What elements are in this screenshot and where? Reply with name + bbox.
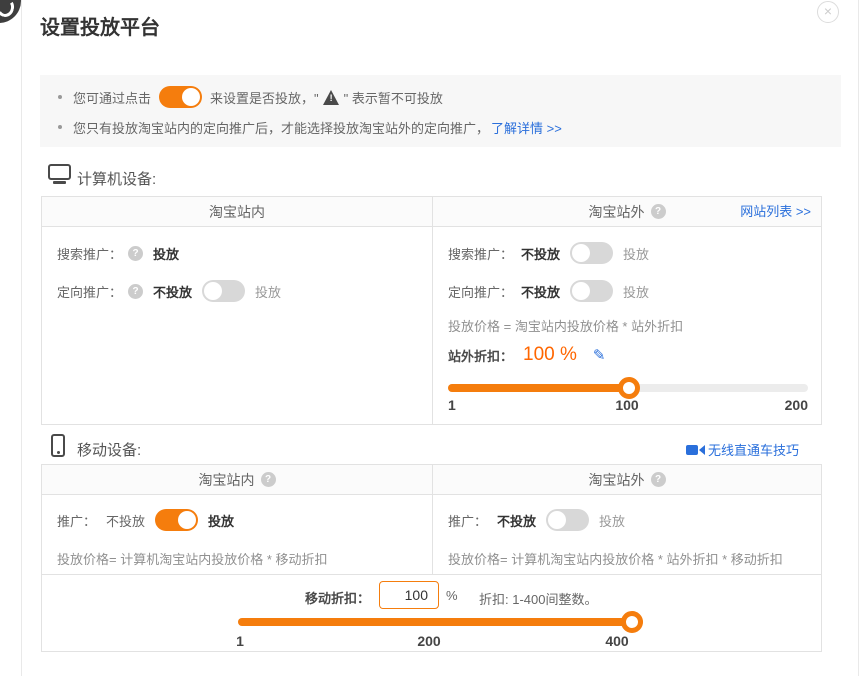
close-button[interactable]: ×: [817, 1, 839, 23]
state-on-label: 投放: [623, 282, 649, 301]
state-on-label: 投放: [255, 282, 281, 301]
computer-icon: [48, 164, 71, 180]
demo-toggle: [159, 86, 202, 108]
mobile-offsite-price-formula: 投放价格= 计算机淘宝站内投放价格 * 站外折扣 * 移动折扣: [448, 549, 783, 568]
mobile-onsite-header: 淘宝站内 ?: [42, 465, 432, 494]
bullet-icon: [58, 95, 62, 99]
notice-text: " 表示暂不可投放: [344, 88, 443, 107]
state-off-label: 不投放: [153, 282, 192, 301]
slider-mid-label: 200: [417, 633, 440, 649]
computer-onsite-target-toggle[interactable]: [202, 280, 245, 302]
search-promo-state: 投放: [153, 244, 179, 263]
toggle-knob: [204, 282, 222, 300]
dialog-left-border: [21, 0, 22, 676]
toggle-knob: [572, 282, 590, 300]
phone-icon: [51, 434, 65, 457]
state-off-label: 不投放: [497, 511, 536, 530]
toggle-knob: [178, 511, 196, 529]
slider-handle[interactable]: [621, 611, 643, 633]
computer-table: 淘宝站内 淘宝站外 ? 网站列表 >> 搜索推广： ? 投放 定向推广： ? 不…: [41, 196, 822, 425]
help-badge-icon: [0, 0, 21, 23]
help-icon[interactable]: ?: [128, 246, 143, 261]
mobile-slider-labels: 1 200 400: [238, 633, 643, 651]
offsite-discount-value: 100 %: [523, 344, 577, 366]
notice-text: 来设置是否投放，": [210, 88, 319, 107]
offsite-discount-row: 站外折扣： 100 % ✎: [448, 341, 605, 369]
help-icon[interactable]: ?: [651, 472, 666, 487]
toggle-knob: [182, 88, 200, 106]
mobile-discount-hint: 折扣: 1-400间整数。: [479, 589, 597, 608]
slider-mid-label: 100: [615, 397, 638, 413]
toggle-knob: [548, 511, 566, 529]
bullet-icon: [58, 125, 62, 129]
computer-offsite-target-toggle[interactable]: [570, 280, 613, 302]
search-promo-label: 搜索推广：: [57, 244, 122, 263]
warning-icon: [323, 90, 340, 105]
row-divider: [42, 574, 821, 575]
mobile-onsite-price-formula: 投放价格= 计算机淘宝站内投放价格 * 移动折扣: [57, 549, 328, 568]
set-platform-dialog: × 设置投放平台 您可通过点击 来设置是否投放，" " 表示暂不可投放 您只有投…: [0, 0, 864, 676]
target-promo-label: 定向推广：: [57, 282, 122, 301]
slider-fill: [238, 618, 643, 626]
toggle-knob: [572, 244, 590, 262]
slider-min-label: 1: [448, 397, 456, 413]
dialog-right-border: [858, 0, 859, 676]
mobile-offsite-promo-row: 推广： 不投放 投放: [448, 507, 625, 533]
website-list-link[interactable]: 网站列表 >>: [740, 197, 811, 226]
mobile-discount-slider[interactable]: [238, 611, 643, 633]
computer-offsite-target-row: 定向推广： 不投放 投放: [448, 278, 649, 304]
column-divider: [432, 197, 433, 424]
help-icon[interactable]: ?: [651, 204, 666, 219]
close-icon: ×: [824, 3, 832, 19]
computer-onsite-search-row: 搜索推广： ? 投放: [57, 240, 183, 266]
computer-onsite-target-row: 定向推广： ? 不投放 投放: [57, 278, 281, 304]
state-on-label: 投放: [623, 244, 649, 263]
notice-line-1: 您可通过点击 来设置是否投放，" " 表示暂不可投放: [58, 85, 445, 109]
state-off-label: 不投放: [521, 244, 560, 263]
mobile-offsite-header: 淘宝站外 ?: [433, 465, 821, 494]
computer-offsite-search-row: 搜索推广： 不投放 投放: [448, 240, 649, 266]
state-on-label: 投放: [599, 511, 625, 530]
state-on-label: 投放: [208, 511, 234, 530]
computer-section-title: 计算机设备:: [77, 168, 156, 189]
mobile-onsite-promo-row: 推广： 不投放 投放: [57, 507, 238, 533]
promo-label: 推广：: [57, 511, 96, 530]
slider-max-label: 200: [785, 397, 808, 413]
computer-offsite-search-toggle[interactable]: [570, 242, 613, 264]
mobile-discount-unit: %: [446, 588, 458, 603]
notice-line-2: 您只有投放淘宝站内的定向推广后，才能选择投放淘宝站外的定向推广， 了解详情 >>: [58, 117, 562, 137]
state-off-label: 不投放: [521, 282, 560, 301]
search-promo-label: 搜索推广：: [448, 244, 513, 263]
offsite-slider-labels: 1 100 200: [448, 397, 808, 415]
mobile-discount-label: 移动折扣：: [305, 588, 370, 607]
help-icon[interactable]: ?: [128, 284, 143, 299]
learn-more-link[interactable]: 了解详情 >>: [491, 118, 562, 137]
wireless-tips-link[interactable]: 无线直通车技巧: [686, 440, 799, 459]
state-off-label: 不投放: [106, 511, 145, 530]
mobile-section-title: 移动设备:: [77, 439, 141, 460]
offsite-discount-slider[interactable]: [448, 377, 808, 399]
slider-handle[interactable]: [618, 377, 640, 399]
notice-text: 您可通过点击: [73, 88, 151, 107]
mobile-table: 淘宝站内 ? 淘宝站外 ? 推广： 不投放 投放 投放价格= 计算机淘宝站内投放…: [41, 464, 822, 652]
promo-label: 推广：: [448, 511, 487, 530]
offsite-price-formula: 投放价格 = 淘宝站内投放价格 * 站外折扣: [448, 316, 683, 335]
mobile-discount-input[interactable]: [379, 581, 439, 609]
slider-max-label: 400: [605, 633, 628, 649]
mobile-onsite-promo-toggle[interactable]: [155, 509, 198, 531]
page-title: 设置投放平台: [40, 11, 160, 40]
edit-icon[interactable]: ✎: [593, 346, 606, 364]
video-icon: [686, 445, 698, 455]
help-icon[interactable]: ?: [261, 472, 276, 487]
notice-box: 您可通过点击 来设置是否投放，" " 表示暂不可投放 您只有投放淘宝站内的定向推…: [40, 75, 841, 147]
mobile-offsite-promo-toggle[interactable]: [546, 509, 589, 531]
notice-text: 您只有投放淘宝站内的定向推广后，才能选择投放淘宝站外的定向推广，: [73, 118, 489, 137]
target-promo-label: 定向推广：: [448, 282, 513, 301]
offsite-discount-label: 站外折扣：: [448, 346, 513, 365]
computer-onsite-header: 淘宝站内: [42, 197, 432, 226]
slider-min-label: 1: [236, 633, 244, 649]
slider-fill: [448, 384, 629, 392]
computer-offsite-header: 淘宝站外 ? 网站列表 >>: [433, 197, 821, 226]
column-divider: [432, 465, 433, 574]
